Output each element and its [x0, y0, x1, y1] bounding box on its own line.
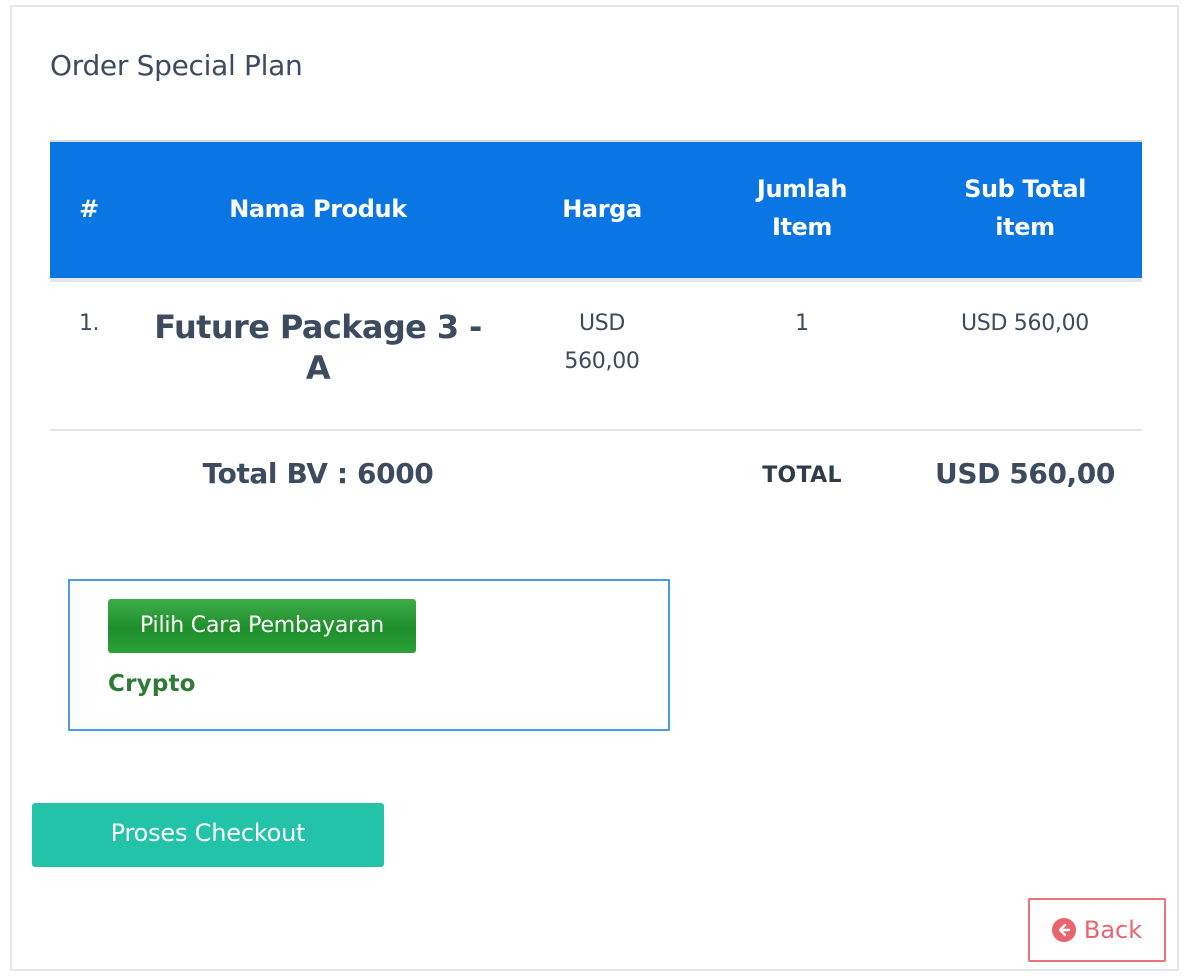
row-product-name: Future Package 3 - A [128, 307, 508, 389]
back-button[interactable]: Back [1028, 898, 1166, 962]
header-qty-line1: Jumlah [756, 175, 848, 203]
total-value: USD 560,00 [935, 457, 1115, 490]
header-qty: Jumlah Item [696, 170, 908, 246]
row-price-line1: USD [578, 311, 626, 336]
checkout-button[interactable]: Proses Checkout [32, 803, 384, 867]
row-index: 1. [79, 311, 100, 336]
header-subtotal-line2: item [995, 213, 1055, 241]
order-card: Order Special Plan # Nama Produk Harga J… [10, 5, 1179, 971]
header-index: # [79, 195, 99, 223]
total-label: TOTAL [762, 463, 842, 488]
total-bv: Total BV : 6000 [202, 457, 434, 490]
row-divider [50, 429, 1142, 431]
table-header: # Nama Produk Harga Jumlah Item Sub Tota… [50, 140, 1142, 278]
payment-method-box: Pilih Cara Pembayaran Crypto [68, 579, 670, 731]
row-product-line2: A [305, 349, 331, 387]
row-price-line2: 560,00 [564, 349, 640, 374]
choose-payment-button[interactable]: Pilih Cara Pembayaran [108, 599, 416, 653]
row-qty: 1 [795, 311, 809, 336]
header-qty-line2: Item [771, 213, 833, 241]
header-product: Nama Produk [229, 195, 407, 223]
header-price: Harga [562, 195, 642, 223]
row-price: USD 560,00 [508, 305, 696, 381]
arrow-circle-left-icon [1051, 918, 1076, 942]
row-subtotal: USD 560,00 [961, 311, 1089, 336]
row-product-line1: Future Package 3 - [154, 308, 482, 346]
page-title: Order Special Plan [50, 49, 303, 82]
header-subtotal-line1: Sub Total [964, 175, 1086, 203]
selected-payment-method: Crypto [108, 671, 196, 697]
back-label: Back [1083, 916, 1143, 944]
header-subtotal: Sub Total item [908, 170, 1142, 246]
header-divider [50, 278, 1142, 282]
